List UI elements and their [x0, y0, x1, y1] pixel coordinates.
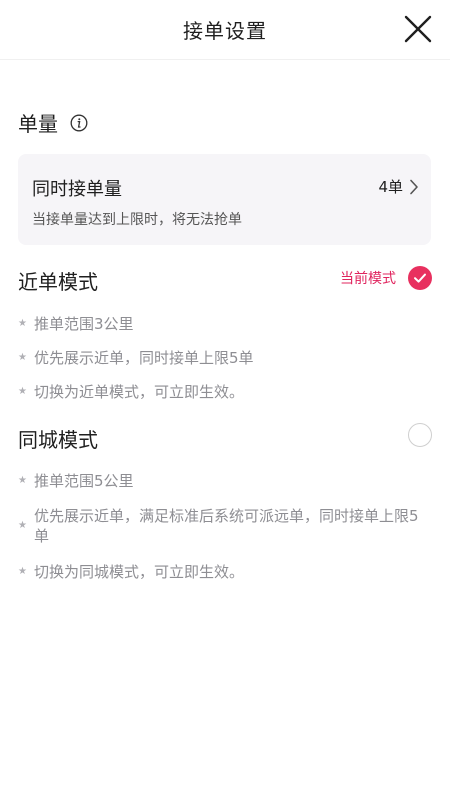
near-mode-bullet: ★ 优先展示近单，同时接单上限5单	[18, 349, 254, 367]
city-mode-bullet: ★ 优先展示近单，满足标准后系统可派远单，同时接单上限5单	[18, 507, 419, 545]
star-icon: ★	[18, 352, 27, 363]
star-icon: ★	[18, 318, 27, 329]
near-mode-bullet: ★ 推单范围3公里	[18, 315, 134, 333]
star-icon: ★	[18, 566, 27, 577]
city-mode-bullet: ★ 推单范围5公里	[18, 472, 134, 490]
page-title: 接单设置	[183, 19, 267, 43]
check-icon	[414, 273, 426, 283]
star-icon: ★	[18, 386, 27, 397]
near-mode-radio-selected[interactable]	[408, 266, 432, 290]
near-mode-title: 近单模式	[18, 270, 98, 294]
current-mode-label: 当前模式	[340, 271, 396, 287]
city-mode-bullet: ★ 切换为同城模式，可立即生效。	[18, 563, 245, 581]
header-bar: 接单设置	[0, 0, 450, 60]
city-mode-title-row: 同城模式	[18, 424, 98, 453]
volume-title: 单量	[18, 112, 58, 136]
star-icon: ★	[18, 475, 27, 486]
concurrent-orders-value[interactable]: 4单	[378, 176, 419, 197]
close-button[interactable]	[400, 11, 436, 47]
close-icon	[404, 15, 432, 43]
concurrent-orders-subtitle: 当接单量达到上限时，将无法抢单	[32, 212, 242, 228]
star-icon: ★	[18, 520, 27, 531]
city-mode-title: 同城模式	[18, 428, 98, 452]
concurrent-orders-card[interactable]: 同时接单量 当接单量达到上限时，将无法抢单 4单	[18, 154, 431, 245]
near-mode-title-row: 近单模式	[18, 266, 98, 295]
volume-section-title: 单量	[18, 108, 88, 137]
concurrent-orders-title: 同时接单量	[32, 179, 122, 200]
near-mode-bullet: ★ 切换为近单模式，可立即生效。	[18, 383, 245, 401]
city-mode-radio[interactable]	[408, 423, 432, 447]
concurrent-orders-value-text: 4单	[378, 178, 403, 196]
near-mode-status[interactable]: 当前模式	[340, 266, 432, 290]
info-icon[interactable]	[70, 114, 88, 132]
chevron-right-icon	[410, 179, 418, 194]
